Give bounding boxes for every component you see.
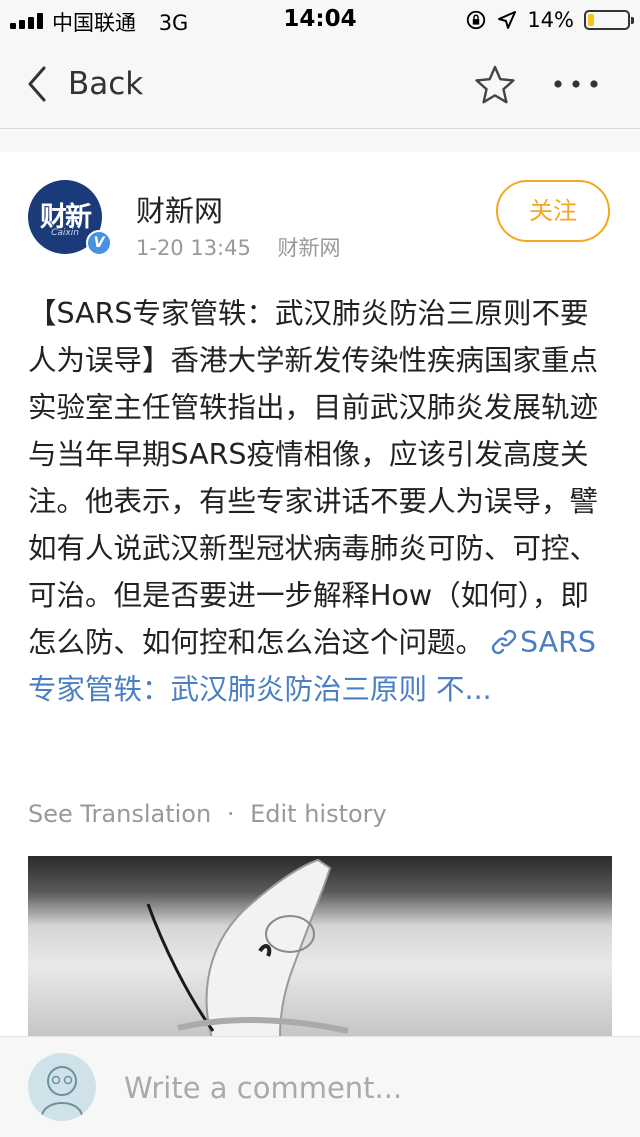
post-meta: 1-20 13:45 财新网 [136,232,361,262]
battery-fill [588,14,594,26]
location-icon [498,11,517,29]
chevron-left-icon [28,66,46,102]
status-bar: 中国联通 3G 14:04 14% [0,0,640,40]
comment-input[interactable] [122,1065,606,1111]
post-actions: See Translation · Edit history [28,800,387,828]
user-avatar[interactable] [28,1053,96,1121]
account-name[interactable]: 财新网 [136,188,223,230]
battery-icon [584,10,634,30]
status-right: 14% [465,6,634,34]
post-body: 【SARS专家管轶：武汉肺炎防治三原则不要人为误导】香港大学新发传染性疾病国家重… [28,290,614,713]
back-label: Back [68,66,144,102]
navigation-bar: Back [0,40,640,129]
verified-badge-icon: V [86,230,112,256]
post-card: 财新 Caixin V 财新网 1-20 13:45 财新网 关注 【SARS专… [0,152,640,1036]
actions-separator: · [226,800,235,828]
follow-button[interactable]: 关注 [496,180,610,242]
see-translation-link[interactable]: See Translation [28,800,211,828]
post-source: 财新网 [277,236,341,260]
rotation-lock-icon [467,10,486,30]
battery-percent: 14% [527,8,574,32]
back-button[interactable]: Back [24,64,143,104]
edit-history-link[interactable]: Edit history [250,800,387,828]
comment-bar [0,1036,640,1137]
post-date: 1-20 13:45 [136,236,251,260]
post-image[interactable] [28,856,612,1036]
star-icon[interactable] [474,64,516,106]
user-avatar-illustration [41,1066,83,1116]
oxygen-mask-illustration [146,858,349,1036]
post-text: 【SARS专家管轶：武汉肺炎防治三原则不要人为误导】香港大学新发传染性疾病国家重… [28,297,599,659]
more-icon[interactable] [552,74,600,94]
link-icon [491,629,517,655]
